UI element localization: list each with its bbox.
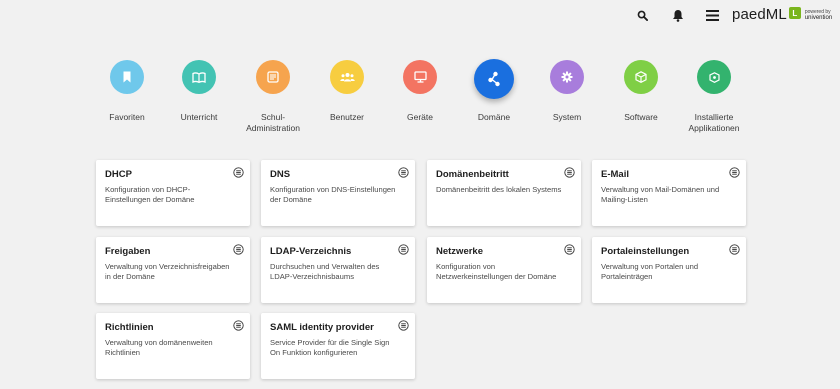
- tile-title: SAML identity provider: [270, 322, 374, 333]
- logo-text: paedML: [732, 5, 787, 23]
- logo-badge: L: [788, 7, 801, 19]
- category-circle: [110, 60, 144, 94]
- category-software[interactable]: Software: [601, 60, 681, 123]
- tile-title: LDAP-Verzeichnis: [270, 246, 352, 257]
- notifications-button[interactable]: [668, 5, 688, 25]
- category-circle: [697, 60, 731, 94]
- paedml-logo[interactable]: paedML L powered by univention: [732, 4, 832, 24]
- category-label: Benutzer: [329, 112, 365, 122]
- tile-menu-icon[interactable]: [564, 167, 575, 178]
- tile-richtlinien[interactable]: Richtlinien Verwaltung von domänenweiten…: [96, 313, 250, 379]
- tile-dhcp[interactable]: DHCP Konfiguration von DHCP-Einstellunge…: [96, 160, 250, 226]
- category-circle: [256, 60, 290, 94]
- category-domaene[interactable]: Domäne: [454, 59, 534, 123]
- category-circle: [330, 60, 364, 94]
- tile-domaenenbeitritt[interactable]: Domänenbeitritt Domänenbeitritt des loka…: [427, 160, 581, 226]
- box-icon: [635, 71, 647, 83]
- search-icon: [637, 10, 648, 21]
- tile-description: Konfiguration von DHCP-Einstellungen der…: [105, 185, 195, 204]
- tile-title: Richtlinien: [105, 322, 154, 333]
- powered-by: powered by univention: [805, 9, 832, 21]
- tile-description: Verwaltung von domänenweiten Richtlinien: [105, 338, 213, 357]
- category-label: Unterricht: [180, 112, 218, 122]
- category-system[interactable]: System: [527, 60, 607, 123]
- tile-dns[interactable]: DNS Konfiguration von DNS-Einstellungen …: [261, 160, 415, 226]
- tile-menu-icon[interactable]: [398, 167, 409, 178]
- tile-description: Verwaltung von Portalen und Portaleinträ…: [601, 262, 699, 281]
- tile-menu-icon[interactable]: [398, 244, 409, 255]
- tile-portaleinstellungen[interactable]: Portaleinstellungen Verwaltung von Porta…: [592, 237, 746, 303]
- category-label: Schul- Administration: [246, 112, 300, 133]
- search-button[interactable]: [632, 5, 652, 25]
- gear-icon: [561, 71, 573, 83]
- tile-title: Freigaben: [105, 246, 151, 257]
- share-icon: [488, 71, 500, 87]
- category-geraete[interactable]: Geräte: [380, 60, 460, 123]
- category-installierte-applikationen[interactable]: Installierte Applikationen: [674, 60, 754, 134]
- category-label: Installierte Applikationen: [688, 112, 740, 133]
- tile-menu-icon[interactable]: [233, 320, 244, 331]
- tile-description: Konfiguration von Netzwerkeinstellungen …: [436, 262, 557, 281]
- category-circle: [403, 60, 437, 94]
- tile-description: Verwaltung von Mail-Domänen und Mailing-…: [601, 185, 720, 204]
- admin-icon: [267, 71, 279, 83]
- tile-description: Domänenbeitritt des lokalen Systems: [436, 185, 562, 194]
- tile-e-mail[interactable]: E-Mail Verwaltung von Mail-Domänen und M…: [592, 160, 746, 226]
- users-icon: [339, 73, 355, 82]
- tile-title: Domänenbeitritt: [436, 169, 509, 180]
- tile-ldap-verzeichnis[interactable]: LDAP-Verzeichnis Durchsuchen und Verwalt…: [261, 237, 415, 303]
- tile-saml-identity-provider[interactable]: SAML identity provider Service Provider …: [261, 313, 415, 379]
- hamburger-menu-icon: [705, 9, 719, 21]
- category-circle: [474, 59, 514, 99]
- tile-title: Netzwerke: [436, 246, 483, 257]
- category-benutzer[interactable]: Benutzer: [307, 60, 387, 123]
- category-favoriten[interactable]: Favoriten: [87, 60, 167, 123]
- tile-menu-icon[interactable]: [233, 167, 244, 178]
- tile-title: DHCP: [105, 169, 132, 180]
- tile-title: E-Mail: [601, 169, 629, 180]
- tile-description: Verwaltung von Verzeichnisfreigaben in d…: [105, 262, 230, 281]
- category-label: Domäne: [477, 112, 511, 122]
- monitor-icon: [413, 71, 427, 83]
- category-schul-administration[interactable]: Schul- Administration: [233, 60, 313, 134]
- tile-menu-icon[interactable]: [398, 320, 409, 331]
- category-label: Geräte: [407, 112, 433, 122]
- bell-icon: [673, 9, 683, 22]
- tile-menu-icon[interactable]: [564, 244, 575, 255]
- category-circle: [550, 60, 584, 94]
- tile-title: DNS: [270, 169, 291, 180]
- book-icon: [192, 71, 206, 83]
- tile-menu-icon[interactable]: [729, 244, 740, 255]
- app-icon: [708, 71, 720, 83]
- menu-button[interactable]: [702, 5, 722, 25]
- bookmark-icon: [123, 71, 131, 83]
- category-label: System: [552, 112, 582, 122]
- top-header: paedML L powered by univention: [0, 0, 840, 30]
- tile-description: Durchsuchen und Verwalten des LDAP-Verze…: [270, 262, 380, 281]
- tile-description: Konfiguration von DNS-Einstellungen der …: [270, 185, 396, 204]
- category-circle: [182, 60, 216, 94]
- category-label: Software: [624, 112, 658, 122]
- tile-menu-icon[interactable]: [233, 244, 244, 255]
- category-label: Favoriten: [109, 112, 145, 122]
- tile-netzwerke[interactable]: Netzwerke Konfiguration von Netzwerkeins…: [427, 237, 581, 303]
- category-unterricht[interactable]: Unterricht: [159, 60, 239, 123]
- univention-text: univention: [804, 14, 833, 21]
- category-circle: [624, 60, 658, 94]
- tile-title: Portaleinstellungen: [601, 246, 690, 257]
- tile-description: Service Provider für die Single Sign On …: [270, 338, 390, 357]
- tile-menu-icon[interactable]: [729, 167, 740, 178]
- tile-freigaben[interactable]: Freigaben Verwaltung von Verzeichnisfrei…: [96, 237, 250, 303]
